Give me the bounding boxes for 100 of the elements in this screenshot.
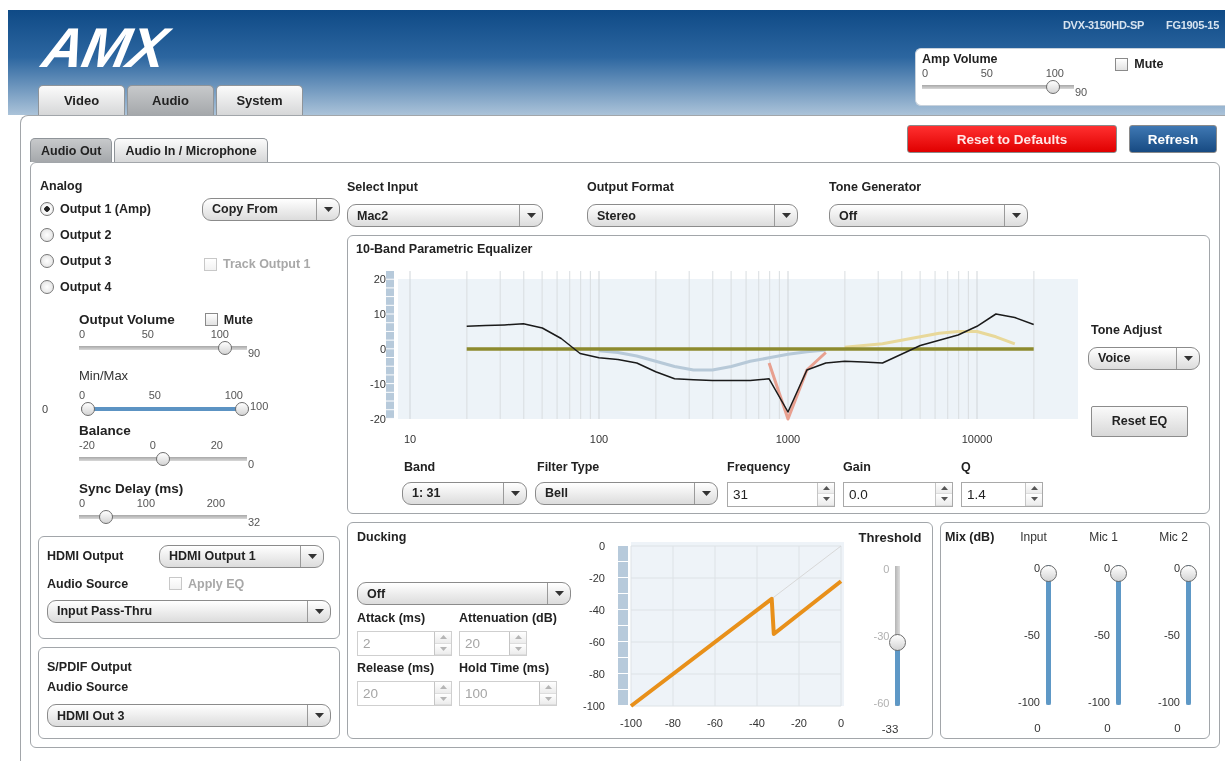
scale-label: 100 [136, 497, 156, 509]
slider-value: 32 [248, 515, 261, 528]
firmware-version: FG1905-15 [1166, 19, 1219, 31]
tab[interactable]: Audio In / Microphone [114, 138, 268, 162]
field-label: Audio Source [47, 680, 130, 695]
slider-thumb[interactable] [1040, 565, 1057, 582]
slider-thumb[interactable] [81, 402, 95, 416]
slider-value: 0 [41, 403, 50, 415]
field-label: HDMI Output [47, 549, 125, 564]
tab[interactable]: Audio [127, 85, 214, 115]
field-label: Tone Adjust [1091, 322, 1163, 337]
checkbox[interactable] [204, 313, 218, 326]
number-field[interactable]: 31 [727, 481, 835, 507]
slider-thumb[interactable] [1180, 565, 1197, 582]
step-down-button[interactable] [1026, 494, 1042, 506]
caret-icon [323, 206, 333, 212]
field-label: Audio Source [47, 576, 130, 591]
dropdown[interactable]: HDMI Out 3 [47, 704, 331, 728]
radio-button[interactable] [40, 280, 54, 294]
axis-tick-label: 10000 [961, 432, 993, 445]
axis-tick-label: -10 [370, 377, 386, 390]
step-up-button[interactable] [818, 482, 834, 495]
tab[interactable]: System [216, 85, 303, 115]
slider-thumb[interactable] [235, 402, 249, 416]
axis-tick-label: -60 [707, 717, 723, 729]
slider-thumb[interactable] [1110, 565, 1127, 582]
step-up-button[interactable] [1026, 482, 1042, 495]
radio-label: Output 1 (Amp) [60, 202, 151, 216]
caret-icon [1183, 355, 1193, 361]
dropdown[interactable]: HDMI Output 1 [159, 544, 324, 568]
step-up-button[interactable] [936, 482, 952, 495]
slider-thumb[interactable] [1046, 80, 1061, 94]
field-label: Frequency [727, 459, 792, 474]
dropdown[interactable]: Stereo [587, 204, 798, 227]
checkbox[interactable] [1115, 57, 1129, 71]
caret-icon [307, 553, 317, 559]
field-label: Output Format [587, 180, 675, 194]
dropdown[interactable]: Off [829, 204, 1028, 227]
scale-label: 0 [149, 439, 156, 451]
slider-label: Balance [79, 423, 132, 438]
dropdown[interactable]: Voice [1088, 346, 1200, 370]
dropdown[interactable]: 1: 31 [402, 481, 527, 505]
caret-icon [781, 213, 791, 218]
number-field[interactable]: 0.0 [843, 481, 953, 507]
slider-label: Min/Max [79, 368, 130, 383]
reset-eq-button[interactable]: Reset EQ [1091, 405, 1188, 437]
field-label: Release (ms) [357, 661, 436, 675]
slider-value: 100 [250, 400, 269, 412]
slider-value: 90 [248, 346, 261, 359]
axis-tick-label: 1000 [775, 432, 801, 445]
axis-tick-label: -100 [620, 717, 642, 729]
scale-label: 50 [148, 389, 161, 401]
dropdown[interactable]: Mac2 [347, 204, 543, 227]
channel-label: Mic 1 [1089, 530, 1118, 544]
radio-button[interactable] [40, 228, 54, 242]
slider-label: Output Volume [79, 312, 175, 327]
checkbox-label: Track Output 1 [223, 257, 311, 271]
axis-tick-label: -100 [583, 700, 605, 712]
axis-tick-label: -20 [791, 717, 807, 729]
refresh-button[interactable]: Refresh [1129, 125, 1217, 153]
axis-tick-label: -20 [370, 412, 386, 425]
field-label: Attack (ms) [357, 611, 427, 625]
slider-thumb[interactable] [99, 510, 113, 524]
checkbox-label: Mute [1134, 57, 1164, 71]
radio-button[interactable] [40, 202, 54, 216]
down-arrow-icon [439, 646, 447, 651]
field-label: Filter Type [536, 459, 601, 474]
tab[interactable]: Audio Out [30, 138, 113, 162]
axis-tick-label: 20 [373, 272, 386, 285]
step-down-button[interactable] [936, 494, 952, 506]
dropdown[interactable]: Off [357, 582, 571, 605]
scale-label: 0 [1103, 562, 1110, 574]
scale-label: 100 [224, 389, 243, 401]
dropdown[interactable]: Bell [535, 481, 718, 505]
dropdown[interactable]: Copy From [202, 197, 340, 221]
slider-thumb[interactable] [156, 452, 170, 466]
up-arrow-icon [439, 685, 447, 690]
slider-value: 0 [1034, 722, 1041, 734]
radio-label: Output 4 [60, 280, 112, 294]
down-arrow-icon [439, 696, 447, 701]
slider-thumb[interactable] [217, 341, 232, 355]
radio-button[interactable] [40, 254, 54, 268]
slider-thumb[interactable] [889, 633, 907, 651]
reset-button[interactable]: Reset to Defaults [907, 125, 1117, 153]
tab[interactable]: Video [38, 85, 125, 115]
number-field[interactable]: 1.4 [961, 481, 1043, 507]
dropdown[interactable]: Input Pass-Thru [47, 599, 331, 623]
scale-label: 0 [883, 563, 890, 575]
caret-icon [510, 490, 520, 496]
down-arrow-icon [1030, 497, 1038, 502]
caret-icon [314, 713, 324, 719]
channel-label: Mic 2 [1159, 530, 1188, 544]
caret-icon [701, 490, 711, 496]
step-down-button[interactable] [818, 494, 834, 506]
channel-label: Input [1020, 530, 1047, 544]
slider-label: Sync Delay (ms) [79, 481, 185, 496]
caret-icon [526, 213, 536, 218]
caret-icon [1011, 213, 1021, 218]
up-arrow-icon [940, 485, 948, 490]
field-label: Select Input [347, 180, 419, 194]
